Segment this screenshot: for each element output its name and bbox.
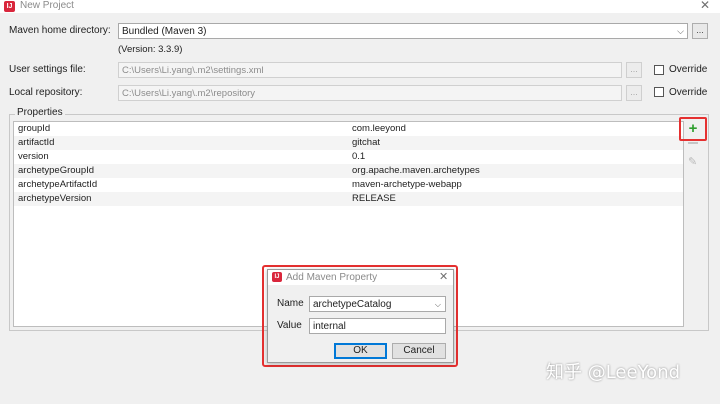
property-value-input[interactable]: internal — [309, 318, 446, 334]
property-key: version — [18, 151, 49, 162]
property-key: archetypeVersion — [18, 193, 92, 204]
watermark-text: 知乎 @LeeYond — [546, 362, 681, 383]
local-repository-override-checkbox[interactable] — [654, 87, 664, 97]
close-icon[interactable]: ✕ — [700, 0, 710, 12]
properties-legend: Properties — [15, 107, 65, 119]
user-settings-override-label: Override — [669, 64, 708, 75]
local-repository-value: C:\Users\Li.yang\.m2\repository — [122, 88, 256, 99]
property-value: maven-archetype-webapp — [352, 179, 462, 190]
cancel-button[interactable]: Cancel — [392, 343, 446, 359]
window-title: New Project — [20, 0, 74, 11]
window-titlebar — [0, 0, 720, 13]
maven-home-label: Maven home directory: — [9, 25, 111, 36]
dialog-title: Add Maven Property — [286, 272, 378, 283]
property-key: archetypeGroupId — [18, 165, 95, 176]
local-repository-browse-button[interactable]: ... — [626, 85, 642, 101]
maven-home-browse-button[interactable]: ... — [692, 23, 708, 39]
maven-home-select[interactable]: Bundled (Maven 3) ⌵ — [118, 23, 688, 39]
property-value-label: Value — [277, 320, 302, 331]
close-icon[interactable]: ✕ — [439, 270, 448, 283]
property-key: groupId — [18, 123, 51, 134]
chevron-down-icon: ⌵ — [434, 300, 441, 309]
maven-version-text: (Version: 3.3.9) — [118, 44, 183, 55]
table-row[interactable]: groupId com.leeyond — [14, 122, 683, 136]
table-row[interactable]: archetypeGroupId org.apache.maven.archet… — [14, 164, 683, 178]
table-row[interactable]: archetypeVersion RELEASE — [14, 192, 683, 206]
property-value: org.apache.maven.archetypes — [352, 165, 480, 176]
property-value: gitchat — [352, 137, 380, 148]
user-settings-override-checkbox[interactable] — [654, 65, 664, 75]
remove-property-icon[interactable] — [688, 142, 698, 144]
local-repository-label: Local repository: — [9, 87, 83, 98]
property-name-value: archetypeCatalog — [313, 299, 392, 310]
edit-pencil-icon[interactable]: ✎ — [688, 155, 697, 168]
user-settings-label: User settings file: — [9, 64, 86, 75]
maven-home-value: Bundled (Maven 3) — [122, 26, 207, 37]
property-key: artifactId — [18, 137, 55, 148]
property-key: archetypeArtifactId — [18, 179, 98, 190]
local-repository-override-label: Override — [669, 87, 708, 98]
property-value: 0.1 — [352, 151, 366, 162]
chevron-down-icon: ⌵ — [677, 26, 684, 36]
table-row[interactable]: artifactId gitchat — [14, 136, 683, 150]
add-property-button[interactable]: + — [679, 117, 707, 141]
table-row[interactable]: archetypeArtifactId maven-archetype-weba… — [14, 178, 683, 192]
property-value: RELEASE — [352, 193, 396, 204]
intellij-icon: IJ — [4, 1, 15, 12]
properties-toolbar — [684, 121, 708, 327]
property-value-text: internal — [313, 321, 346, 332]
plus-icon: + — [688, 120, 698, 137]
property-name-combo[interactable]: archetypeCatalog ⌵ — [309, 296, 446, 312]
user-settings-browse-button[interactable]: ... — [626, 62, 642, 78]
property-value: com.leeyond — [352, 123, 406, 134]
property-name-label: Name — [277, 298, 304, 309]
user-settings-value: C:\Users\Li.yang\.m2\settings.xml — [122, 65, 264, 76]
intellij-icon: IJ — [272, 272, 282, 282]
user-settings-field[interactable]: C:\Users\Li.yang\.m2\settings.xml — [118, 62, 622, 78]
ok-button[interactable]: OK — [334, 343, 387, 359]
local-repository-field[interactable]: C:\Users\Li.yang\.m2\repository — [118, 85, 622, 101]
table-row[interactable]: version 0.1 — [14, 150, 683, 164]
